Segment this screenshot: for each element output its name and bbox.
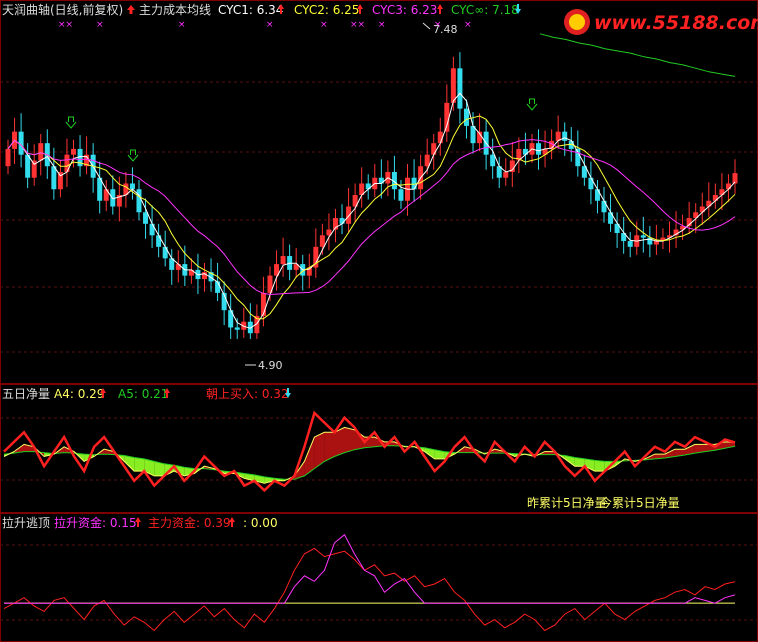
candle-body — [719, 189, 725, 195]
candle-body — [38, 143, 44, 161]
watermark: www.55188.com — [564, 9, 758, 35]
candle-body — [365, 183, 371, 190]
high-label: 7.48 — [433, 23, 458, 36]
candle-body — [640, 235, 646, 238]
candle-body — [136, 189, 142, 213]
candle-body — [398, 189, 404, 201]
candle-body — [594, 189, 600, 201]
svg-text:×: × — [378, 20, 386, 30]
candle-body — [5, 148, 11, 167]
candle-body — [431, 143, 437, 155]
stock-chart: www.55188.com 天润曲轴(日线,前复权) 主力成本均线 CYC1: … — [0, 0, 758, 642]
candle-body — [339, 218, 345, 224]
svg-text:×: × — [464, 20, 472, 30]
net-notes: 昨累计5日净量 今累计5日净量 — [527, 495, 680, 510]
lift-value: 拉升资金: 0.15 — [54, 515, 137, 530]
net-title: 五日净量 — [2, 387, 50, 401]
candle-body — [457, 68, 463, 109]
candle-body — [143, 212, 149, 224]
candle-body — [601, 200, 607, 213]
candle-body — [706, 200, 712, 207]
candle-body — [627, 241, 633, 247]
cycinf-value: CYC∞: 7.18 — [451, 3, 519, 17]
cyc1-value: CYC1: 6.34 — [218, 3, 283, 17]
candle-body — [280, 256, 286, 265]
net-fill-segment — [594, 460, 605, 472]
svg-text:×: × — [178, 20, 186, 30]
candle-body — [725, 183, 731, 190]
candle-body — [588, 177, 594, 190]
legend-intro: 主力成本均线 — [139, 3, 211, 17]
candle-body — [463, 108, 469, 126]
cyc2-value: CYC2: 6.25 — [294, 3, 359, 17]
candle-body — [129, 183, 135, 190]
candle-body — [503, 171, 509, 178]
candle-body — [156, 235, 162, 247]
net-fill-segment — [134, 457, 145, 472]
svg-text:×: × — [320, 20, 328, 30]
candle-body — [70, 148, 76, 155]
candle-body — [378, 177, 384, 184]
main-value: 主力资金: 0.39 — [148, 515, 231, 530]
candle-body — [175, 264, 181, 270]
candle-body — [536, 143, 542, 155]
candle-body — [149, 223, 155, 236]
candle-body — [450, 68, 456, 103]
zero-value: : 0.00 — [243, 516, 278, 530]
svg-text:×: × — [96, 20, 104, 30]
a5-value: A5: 0.21 — [118, 387, 168, 401]
candle-body — [608, 212, 614, 224]
low-label: 4.90 — [258, 359, 283, 372]
net-header: 五日净量 A4: 0.29 A5: 0.21 朝上买入: 0.32 — [2, 387, 291, 401]
cyc3-value: CYC3: 6.23 — [372, 3, 437, 17]
candle-body — [162, 246, 168, 259]
candle-body — [522, 148, 528, 155]
candle-body — [424, 154, 430, 167]
watermark-text: www.55188.com — [594, 12, 758, 34]
a4-value: A4: 0.29 — [54, 387, 104, 401]
net-fill-segment — [344, 427, 355, 453]
svg-text:×: × — [266, 20, 274, 30]
price-title: 天润曲轴(日线,前复权) — [2, 2, 123, 17]
svg-text:××: ×× — [58, 20, 73, 30]
candle-body — [234, 327, 240, 330]
candle-body — [346, 206, 352, 224]
candle-body — [319, 235, 325, 247]
net-note-today: 今累计5日净量 — [600, 495, 680, 510]
candle-body — [562, 131, 568, 141]
net-note-yesterday: 昨累计5日净量 — [527, 496, 607, 510]
svg-text:××: ×× — [350, 20, 365, 30]
buy-value: 朝上买入: 0.32 — [206, 387, 289, 401]
candle-body — [18, 131, 24, 155]
candle-body — [490, 154, 496, 167]
fund-title: 拉升逃顶 — [2, 515, 50, 530]
